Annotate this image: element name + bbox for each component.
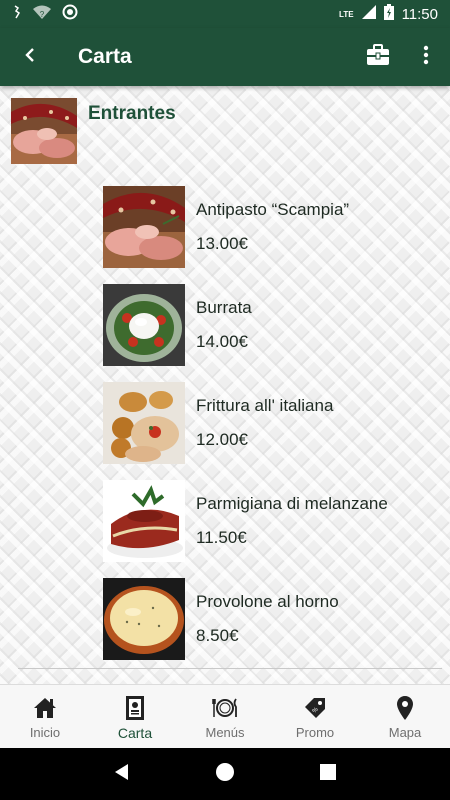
page-title: Carta xyxy=(78,45,132,68)
svg-text:?: ? xyxy=(40,10,45,19)
circle-icon xyxy=(62,4,78,25)
item-name: Provolone al horno xyxy=(196,592,339,611)
item-name: Parmigiana di melanzane xyxy=(196,494,388,513)
item-image xyxy=(103,186,185,268)
menu-content[interactable]: Entrantes Antipasto “Scampia” 13.00€ Bur… xyxy=(0,86,450,684)
clock: 11:50 xyxy=(401,5,438,23)
menu-item[interactable]: Frittura all' italiana 12.00€ xyxy=(103,382,443,464)
item-image xyxy=(103,382,185,464)
system-recents-button[interactable] xyxy=(308,754,348,794)
plate-cutlery-icon xyxy=(212,695,238,721)
signal-icon xyxy=(361,4,376,24)
system-back-button[interactable] xyxy=(102,754,142,794)
sim-icon xyxy=(12,4,22,24)
nav-item-inicio[interactable]: Inicio xyxy=(0,685,90,748)
item-name: Burrata xyxy=(196,298,252,317)
menu-item[interactable]: Provolone al horno 8.50€ xyxy=(103,578,443,660)
divider xyxy=(18,668,442,669)
nav-label: Carta xyxy=(117,725,153,741)
system-home-button[interactable] xyxy=(205,754,245,794)
wifi-unknown-icon: ? xyxy=(32,4,52,25)
item-name: Frittura all' italiana xyxy=(196,396,334,415)
item-price: 14.00€ xyxy=(196,332,248,351)
menu-item[interactable]: Burrata 14.00€ xyxy=(103,284,443,366)
more-options-button[interactable] xyxy=(402,28,450,86)
nav-item-carta[interactable]: Carta xyxy=(90,685,180,748)
back-arrow-icon xyxy=(24,47,36,68)
item-image xyxy=(103,578,185,660)
category-image xyxy=(11,98,77,164)
category-title: Entrantes xyxy=(88,103,176,124)
item-price: 8.50€ xyxy=(196,626,239,645)
more-vert-icon xyxy=(423,45,429,70)
item-image xyxy=(103,480,185,562)
briefcase-button[interactable] xyxy=(354,28,402,86)
nav-item-promo[interactable]: % Promo xyxy=(270,685,360,748)
network-type: LTE xyxy=(339,9,354,19)
menu-card-icon xyxy=(125,695,145,721)
nav-label: Promo xyxy=(295,725,335,740)
briefcase-icon xyxy=(366,43,390,71)
app-bar: Carta xyxy=(0,28,450,86)
battery-charging-icon xyxy=(383,3,394,25)
back-triangle-icon xyxy=(113,763,131,786)
item-price: 12.00€ xyxy=(196,430,248,449)
home-circle-icon xyxy=(215,762,235,787)
map-pin-icon xyxy=(396,695,414,721)
nav-label: Mapa xyxy=(388,725,422,740)
item-price: 11.50€ xyxy=(196,528,247,547)
menu-item[interactable]: Parmigiana di melanzane 11.50€ xyxy=(103,480,443,562)
nav-item-mapa[interactable]: Mapa xyxy=(360,685,450,748)
item-image xyxy=(103,284,185,366)
recents-square-icon xyxy=(319,763,337,786)
nav-item-menus[interactable]: Menús xyxy=(180,685,270,748)
system-navigation-bar xyxy=(0,748,450,800)
item-name: Antipasto “Scampia” xyxy=(196,200,350,219)
back-button[interactable] xyxy=(0,28,60,86)
nav-label: Menús xyxy=(205,725,245,740)
home-icon xyxy=(33,695,57,721)
item-price: 13.00€ xyxy=(196,234,248,253)
coupon-icon: % xyxy=(302,695,328,721)
menu-item[interactable]: Antipasto “Scampia” 13.00€ xyxy=(103,186,443,268)
category-header[interactable]: Entrantes xyxy=(11,98,176,164)
status-bar: ? LTE 11:50 xyxy=(0,0,450,28)
bottom-navigation: Inicio Carta Menús % Promo Mapa xyxy=(0,684,450,748)
nav-label: Inicio xyxy=(29,725,61,740)
